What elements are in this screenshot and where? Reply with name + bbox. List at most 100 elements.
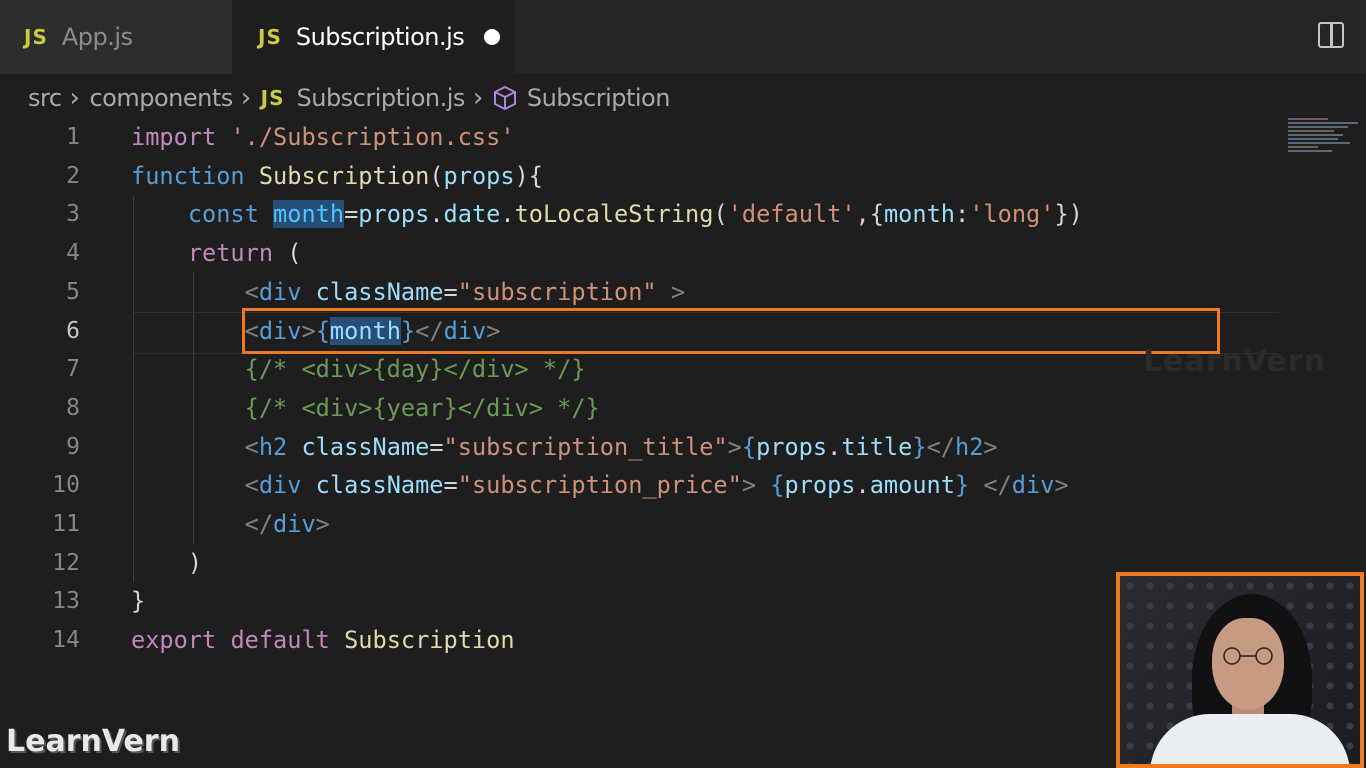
code-token: div — [1011, 471, 1055, 500]
glasses-icon — [1223, 647, 1273, 665]
code-text: function Subscription(props){ — [131, 157, 543, 195]
tab-app-js[interactable]: JS App.js — [0, 0, 232, 74]
code-text: <h2 className="subscription_title">{prop… — [131, 428, 998, 466]
watermark-logo: LearnVern — [1143, 344, 1326, 379]
code-token: "subscription_price" — [457, 471, 742, 500]
code-text: import './Subscription.css' — [131, 118, 515, 156]
code-token: ){ — [514, 161, 543, 190]
breadcrumb-item-symbol[interactable]: Subscription — [527, 84, 671, 112]
code-token: return — [131, 239, 288, 268]
code-token: } — [912, 432, 927, 461]
tab-subscription-js[interactable]: JS Subscription.js — [232, 0, 514, 74]
code-token: < — [131, 471, 259, 500]
js-file-icon: JS — [24, 25, 48, 49]
line-number: 14 — [52, 627, 80, 654]
code-token: "subscription_title" — [443, 432, 728, 461]
code-line[interactable]: 4 return ( — [0, 234, 1366, 272]
code-token: = — [429, 432, 444, 461]
code-text: ) — [131, 544, 202, 582]
code-token: month — [273, 200, 345, 229]
code-token: > — [315, 510, 330, 538]
code-line[interactable]: 3 const month=props.date.toLocaleString(… — [0, 195, 1366, 233]
code-token: export — [131, 626, 231, 655]
tab-bar: JS App.js JS Subscription.js — [0, 0, 1366, 74]
code-token: } — [954, 471, 970, 500]
line-number: 12 — [52, 549, 80, 576]
code-token: > — [741, 471, 771, 500]
code-token: div — [258, 471, 316, 500]
code-line[interactable]: 11 </div> — [0, 505, 1366, 543]
code-token: } — [131, 587, 146, 616]
line-number: 1 — [66, 124, 80, 150]
code-line[interactable]: 2 function Subscription(props){ — [0, 157, 1366, 195]
code-line[interactable]: 5 <div className="subscription" > — [0, 273, 1366, 311]
code-token: </ — [131, 510, 274, 538]
code-token: = — [443, 277, 458, 306]
code-token: . — [500, 200, 515, 229]
line-number: 6 — [66, 317, 80, 344]
split-editor-icon[interactable] — [1318, 22, 1344, 48]
code-token: ( — [713, 200, 728, 229]
tab-label: App.js — [61, 23, 133, 51]
code-token: default — [230, 626, 345, 655]
tab-label: Subscription.js — [295, 23, 465, 51]
breadcrumb-item-src[interactable]: src — [28, 84, 62, 112]
code-token: className — [301, 432, 430, 461]
code-token: Subscription — [258, 161, 430, 190]
line-number: 13 — [52, 588, 80, 615]
chevron-right-icon: › — [240, 83, 251, 113]
line-number: 7 — [66, 356, 80, 383]
minimap[interactable] — [1288, 118, 1366, 168]
code-token: { — [770, 471, 785, 500]
code-token: props — [443, 161, 515, 190]
code-token: }) — [1054, 200, 1083, 229]
code-token: toLocaleString — [514, 200, 714, 229]
code-token: ,{ — [855, 200, 884, 229]
line-number: 3 — [66, 201, 80, 228]
code-token: . — [855, 471, 870, 500]
webcam-overlay — [1116, 572, 1364, 768]
code-token: date — [443, 200, 501, 229]
code-line[interactable]: 10 <div className="subscription_price"> … — [0, 466, 1366, 504]
code-token: {/* <div>{year}</div> */} — [131, 393, 600, 422]
code-token: Subscription — [344, 626, 515, 655]
code-token: h2 — [954, 432, 984, 461]
code-token: props — [784, 471, 856, 500]
code-token: ) — [131, 548, 203, 577]
annotation-highlight-box — [242, 308, 1220, 354]
code-token: month — [883, 200, 955, 229]
code-token: > — [656, 277, 686, 306]
code-text: </div> — [131, 505, 330, 543]
line-number: 5 — [66, 278, 80, 305]
code-token: {/* <div>{day}</div> */} — [131, 355, 586, 384]
code-token: 'long' — [969, 200, 1055, 229]
code-token: = — [344, 200, 359, 229]
code-token: < — [131, 277, 259, 306]
chevron-right-icon: › — [472, 83, 483, 113]
code-token: className — [315, 471, 444, 500]
code-line[interactable]: 9 <h2 className="subscription_title">{pr… — [0, 428, 1366, 466]
code-token: div — [273, 510, 316, 538]
breadcrumb-item-file[interactable]: Subscription.js — [297, 84, 466, 112]
code-token: = — [443, 471, 458, 500]
breadcrumb-item-components[interactable]: components — [89, 84, 233, 112]
line-number: 8 — [66, 394, 80, 421]
js-file-icon: JS — [260, 86, 285, 110]
js-file-icon: JS — [258, 25, 282, 49]
presenter-body — [1150, 714, 1350, 764]
code-token: > — [983, 432, 998, 461]
line-number: 4 — [66, 240, 80, 267]
line-number: 10 — [52, 472, 80, 499]
code-line[interactable]: 1 import './Subscription.css' — [0, 118, 1366, 156]
code-token: </ — [926, 432, 955, 461]
code-text: <div className="subscription_price"> {pr… — [131, 466, 1069, 504]
unsaved-dot-icon[interactable] — [484, 29, 501, 45]
code-text: return ( — [131, 234, 302, 272]
code-token: props — [756, 432, 828, 461]
code-token: "subscription" — [457, 277, 657, 306]
code-line[interactable]: 8 {/* <div>{year}</div> */} — [0, 389, 1366, 427]
code-token: function — [131, 161, 259, 190]
code-token: 'default' — [727, 200, 856, 229]
code-token: title — [841, 432, 913, 461]
line-number: 2 — [66, 162, 80, 189]
